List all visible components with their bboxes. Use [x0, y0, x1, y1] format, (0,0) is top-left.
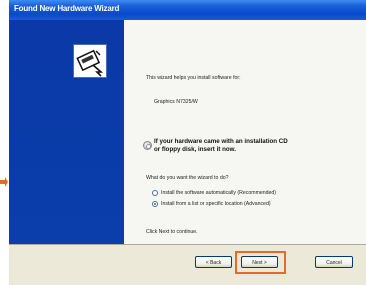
window-title: Found New Hardware Wizard: [14, 4, 120, 13]
cd-icon: [143, 141, 152, 150]
button-bar: < Back Next > Cancel: [9, 244, 366, 285]
next-button-highlight: [235, 251, 286, 274]
option-auto-label[interactable]: Install the software automatically (Reco…: [161, 190, 276, 196]
cd-warning-line-2: or floppy disk, insert it now.: [154, 146, 236, 153]
page: Found New Hardware Wizard This wizard he…: [0, 0, 366, 285]
device-name: Graphics N7325/W: [154, 99, 198, 105]
option-manual-label[interactable]: Install from a list or specific location…: [161, 201, 271, 207]
back-button[interactable]: < Back: [195, 256, 232, 268]
cancel-button[interactable]: Cancel: [315, 256, 353, 268]
radio-install-from-list[interactable]: [152, 201, 158, 207]
continue-text: Click Next to continue.: [146, 229, 198, 235]
title-bar[interactable]: Found New Hardware Wizard: [9, 0, 366, 20]
wizard-sidebar: [9, 20, 124, 244]
cd-warning-line-1: If your hardware came with an installati…: [154, 138, 288, 145]
hardware-wizard-icon: [73, 44, 107, 78]
intro-text: This wizard helps you install software f…: [146, 75, 241, 81]
radio-install-automatic[interactable]: [152, 190, 158, 196]
wizard-window: Found New Hardware Wizard This wizard he…: [9, 0, 366, 285]
pointer-arrow-icon: [0, 177, 8, 187]
question-text: What do you want the wizard to do?: [146, 175, 229, 181]
wizard-content: This wizard helps you install software f…: [124, 20, 366, 244]
cd-warning: If your hardware came with an installati…: [154, 138, 288, 154]
